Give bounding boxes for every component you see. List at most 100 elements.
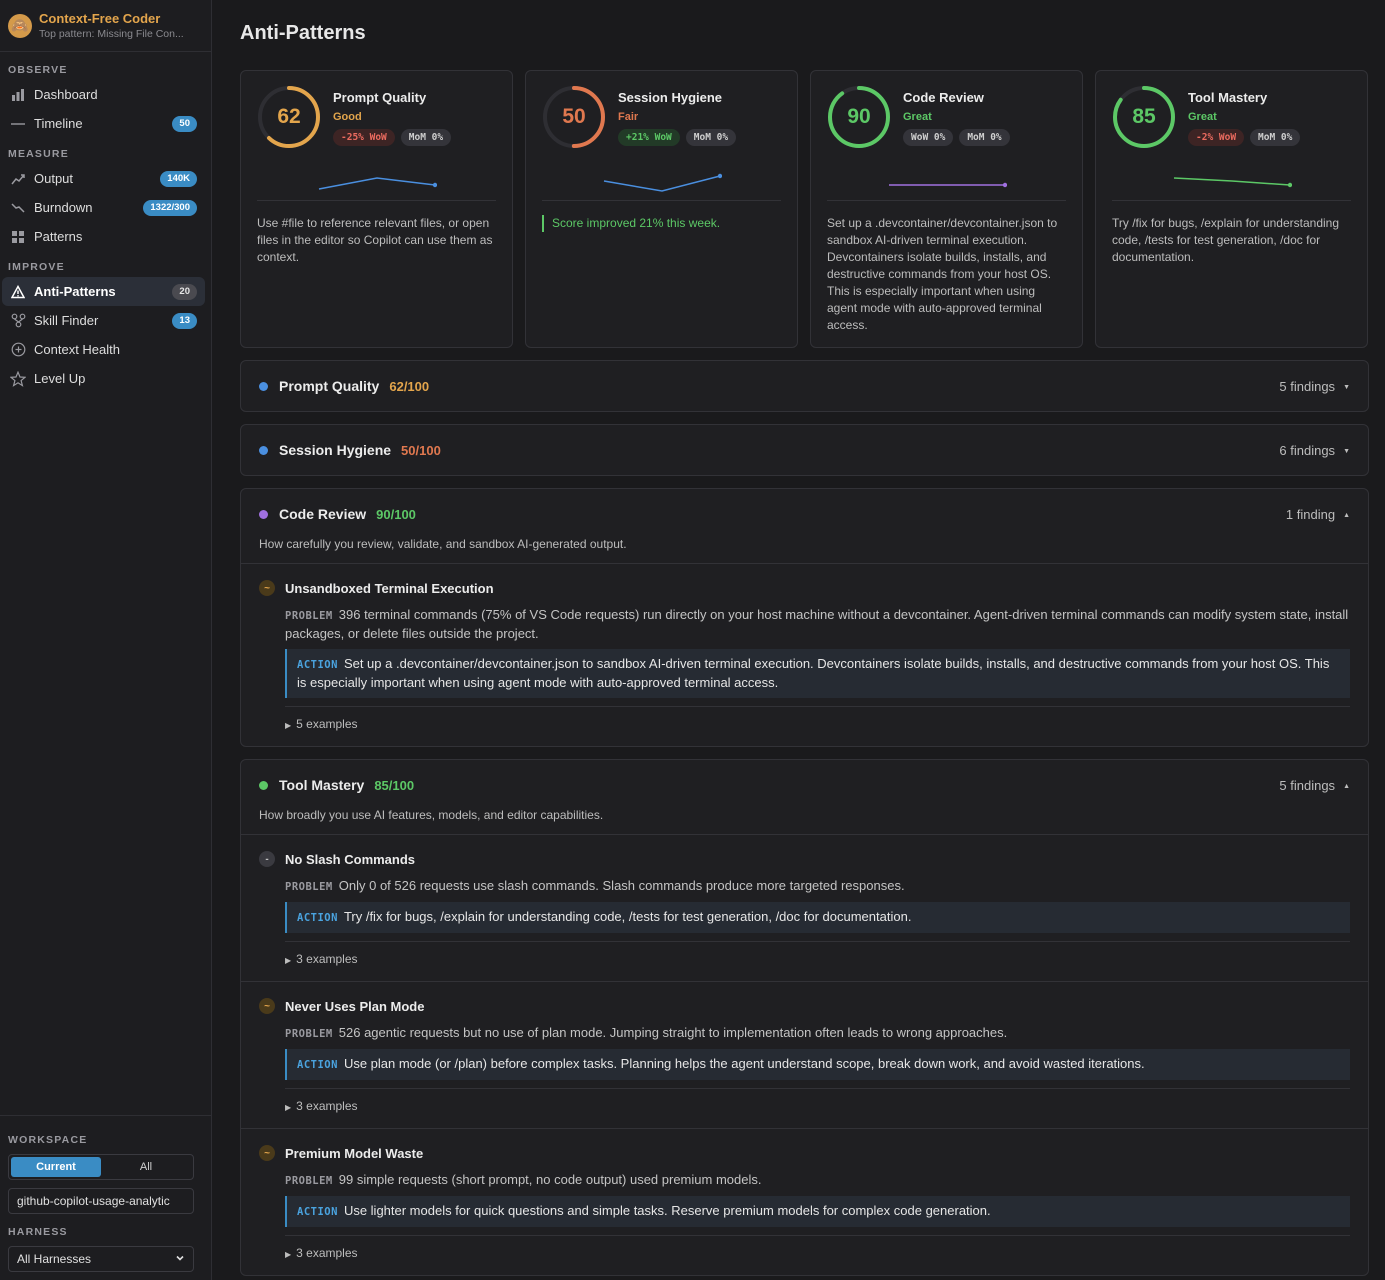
mom-pill: MoM 0%	[685, 129, 737, 146]
finding-header: - No Slash Commands	[259, 849, 1350, 869]
finding-title: Never Uses Plan Mode	[285, 998, 425, 1014]
section-header[interactable]: Session Hygiene 50/100 6 findings ▼	[241, 425, 1368, 475]
section-score: 90/100	[376, 506, 416, 522]
findings-count-label: 1 finding	[1285, 506, 1336, 522]
sidebar-item-anti-patterns[interactable]: Anti-Patterns 20	[2, 277, 205, 306]
severity-medium-icon: ~	[259, 998, 275, 1014]
monkey-logo-icon: 🙈	[8, 13, 32, 38]
trend-note: Score improved 21% this week.	[542, 215, 781, 232]
findings-count-label: 5 findings	[1279, 378, 1336, 394]
sidebar-item-output[interactable]: Output 140K	[2, 164, 205, 193]
severity-medium-icon: ~	[259, 1145, 275, 1161]
score-card[interactable]: 50 Session Hygiene Fair +21% WoW MoM 0% Score…	[525, 70, 798, 348]
triangle-right-icon: ▶	[285, 1250, 292, 1259]
status-dot	[259, 445, 268, 455]
action-text: Set up a .devcontainer/devcontainer.json…	[297, 656, 1330, 690]
sidebar-item-label: Burndown	[34, 200, 93, 215]
examples-label: 3 examples	[296, 952, 358, 966]
sparkline	[603, 173, 722, 192]
harness-label: HARNESS	[8, 1226, 68, 1238]
findings-count: 5 findings ▼	[1279, 379, 1350, 394]
severity-low-icon: -	[259, 851, 275, 867]
sidebar-item-patterns[interactable]: Patterns	[2, 222, 205, 251]
finding-item: ~ Premium Model Waste PROBLEM 99 simple req…	[241, 1129, 1368, 1275]
category-section: Session Hygiene 50/100 6 findings ▼	[240, 424, 1369, 476]
finding-problem: PROBLEM Only 0 of 526 requests use slash …	[285, 877, 1350, 896]
sidebar-item-label: Level Up	[34, 371, 86, 386]
examples-label: 3 examples	[296, 1246, 358, 1260]
card-recommendation: Use #file to reference relevant files, o…	[257, 216, 493, 264]
findings-count-label: 5 findings	[1279, 777, 1336, 793]
finding-title: Premium Model Waste	[285, 1145, 424, 1161]
section-description: How broadly you use AI features, models,…	[241, 808, 1368, 835]
sidebar-item-label: Dashboard	[34, 87, 98, 102]
problem-text: Only 0 of 526 requests use slash command…	[338, 878, 905, 893]
sidebar-item-dashboard[interactable]: Dashboard	[2, 80, 205, 109]
finding-header: ~ Premium Model Waste	[259, 1143, 1350, 1163]
workspace-input[interactable]: github-copilot-usage-analytic	[8, 1188, 194, 1214]
findings-count: 5 findings ▲	[1279, 778, 1350, 793]
brand-title: Context-Free Coder	[39, 10, 161, 26]
examples-toggle[interactable]: ▶ 3 examples	[285, 1088, 1350, 1128]
seg-all-button[interactable]: All	[101, 1157, 191, 1177]
severity-medium-icon: ~	[259, 580, 275, 596]
finding-problem: PROBLEM 99 simple requests (short prompt,…	[285, 1171, 1350, 1190]
score-value: 50	[562, 105, 586, 128]
category-section: Tool Mastery 85/100 5 findings ▲ How broadly…	[240, 759, 1369, 1276]
main-content: Anti-Patterns 62 Prompt Quality Good -25% W…	[212, 0, 1385, 1280]
sidebar-item-burndown[interactable]: Burndown 1322/300	[2, 193, 205, 222]
sidebar-item-skill-finder[interactable]: Skill Finder 13	[2, 306, 205, 335]
seg-current-button[interactable]: Current	[11, 1157, 101, 1177]
mom-pill: MoM 0%	[959, 129, 1010, 146]
score-card[interactable]: 62 Prompt Quality Good -25% WoW MoM 0% Use #f…	[240, 70, 513, 348]
examples-toggle[interactable]: ▶ 5 examples	[285, 706, 1350, 746]
category-sections: Prompt Quality 62/100 5 findings ▼ Session H…	[240, 360, 1369, 1276]
sparkline	[318, 177, 437, 190]
card-recommendation: Set up a .devcontainer/devcontainer.json…	[827, 216, 1058, 332]
card-head: Code Review Great WoW 0% MoM 0%	[903, 89, 1010, 146]
sparkline-end-dot	[1287, 182, 1292, 188]
examples-toggle[interactable]: ▶ 3 examples	[285, 1235, 1350, 1275]
sparkline-end-dot	[717, 173, 722, 179]
section-score: 50/100	[401, 442, 441, 458]
sparkline-end-dot	[432, 182, 437, 188]
score-card[interactable]: 90 Code Review Great WoW 0% MoM 0% Set up a .…	[810, 70, 1083, 348]
card-title: Session Hygiene	[618, 90, 723, 105]
trend-pills: -2% WoW MoM 0%	[1188, 129, 1301, 146]
count-badge: 140K	[160, 170, 197, 187]
caret-up-icon: ▲	[1343, 782, 1350, 790]
section-header[interactable]: Prompt Quality 62/100 5 findings ▼	[241, 361, 1368, 411]
sidebar-item-context-health[interactable]: Context Health	[2, 335, 205, 364]
sparkline	[889, 182, 1007, 188]
card-header: 85 Tool Mastery Great -2% WoW MoM 0%	[1112, 85, 1351, 201]
score-ring: 62	[257, 85, 321, 149]
card-header: 62 Prompt Quality Good -25% WoW MoM 0%	[257, 85, 496, 201]
section-header[interactable]: Code Review 90/100 1 finding ▲	[241, 489, 1368, 537]
finding-problem: PROBLEM 396 terminal commands (75% of VS …	[285, 606, 1350, 643]
findings-count: 1 finding ▲	[1286, 507, 1350, 522]
triangle-right-icon: ▶	[285, 721, 292, 730]
finding-item: ~ Unsandboxed Terminal Execution PROBLEM 39…	[241, 564, 1368, 746]
section-header[interactable]: Tool Mastery 85/100 5 findings ▲	[241, 760, 1368, 808]
harness-select-value: All Harnesses	[17, 1252, 92, 1266]
problem-text: 99 simple requests (short prompt, no cod…	[338, 1172, 762, 1187]
section-score: 62/100	[389, 378, 430, 394]
sidebar-item-label: Skill Finder	[34, 313, 99, 328]
grade-label: Great	[903, 111, 932, 123]
brand-header[interactable]: 🙈 Context-Free Coder Top pattern: Missin…	[0, 0, 211, 52]
score-cards: 62 Prompt Quality Good -25% WoW MoM 0% Use #f…	[240, 70, 1369, 348]
section-title: Prompt Quality	[279, 378, 380, 394]
problem-label: PROBLEM	[285, 881, 333, 893]
page-title: Anti-Patterns	[240, 22, 366, 44]
trend-up-icon	[10, 171, 26, 187]
harness-select[interactable]: All Harnesses	[8, 1246, 194, 1272]
count-badge: 13	[172, 312, 197, 329]
grade-label: Good	[333, 111, 362, 123]
sidebar-nav: OBSERVE Dashboard Timeline 50 MEASURE Output 1…	[0, 64, 211, 393]
problem-text: 396 terminal commands (75% of VS Code re…	[285, 607, 1349, 641]
sidebar-item-level-up[interactable]: Level Up	[2, 364, 205, 393]
status-dot	[259, 381, 268, 391]
examples-toggle[interactable]: ▶ 3 examples	[285, 941, 1350, 981]
score-card[interactable]: 85 Tool Mastery Great -2% WoW MoM 0% Try /fix…	[1095, 70, 1368, 348]
sidebar-item-timeline[interactable]: Timeline 50	[2, 109, 205, 138]
